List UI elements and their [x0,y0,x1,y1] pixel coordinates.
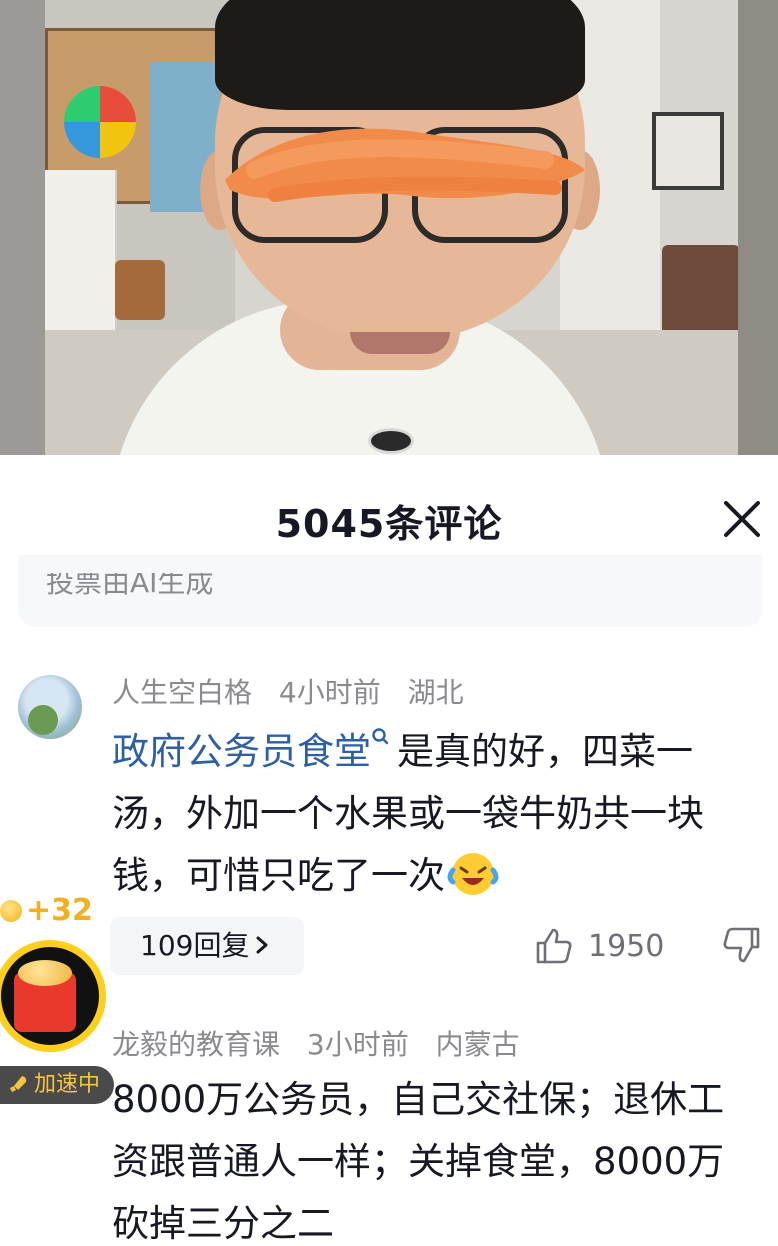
like-count: 1950 [588,928,665,964]
coin-icon [0,899,22,922]
ai-summary-card[interactable]: 投票由AI生成 [18,555,763,627]
comment-username[interactable]: 人生空白格 [112,676,252,709]
video-picture-frame [652,112,724,190]
comment-meta: 人生空白格 4小时前 湖北 [112,671,482,711]
comment-time: 4小时前 [278,676,381,709]
comment-item: 龙毅的教育课 3小时前 内蒙古 8000万公务员，自己交社保；退休工资跟普通人一… [0,1015,778,1246]
search-icon[interactable] [371,727,389,751]
gold-coins-icon [18,960,72,986]
video-microphone [368,428,414,454]
comment-item: 人生空白格 4小时前 湖北 政府公务员食堂 是真的好，四菜一汤，外加一个水果或一袋… [0,665,778,985]
laughing-crying-emoji-icon [447,853,499,895]
comment-time: 3小时前 [306,1028,409,1061]
search-keyword-link[interactable]: 政府公务员食堂 [112,730,371,773]
video-blur-right [738,0,778,455]
video-pinwheel [64,86,136,158]
close-icon[interactable] [718,495,766,543]
boost-status-tag[interactable]: 加速中 [0,1066,115,1104]
video-player[interactable] [0,0,778,455]
censor-scribble [225,128,585,202]
comment-username[interactable]: 龙毅的教育课 [112,1028,280,1061]
ai-notice-text: 投票由AI生成 [46,566,214,599]
thumbs-down-icon[interactable] [718,917,762,975]
screen: 5045条评论 投票由AI生成 人生空白格 4小时前 湖北 政府公务员食堂 是真的… [0,0,778,1246]
avatar[interactable] [18,675,82,739]
reply-count-label: 109回复 [140,929,250,962]
comment-sheet: 5045条评论 投票由AI生成 人生空白格 4小时前 湖北 政府公务员食堂 是真的… [0,455,778,1246]
video-basket [115,260,165,320]
thumbs-up-icon [536,928,572,964]
coin-bonus-value: +32 [26,893,93,928]
comment-text: 政府公务员食堂 是真的好，四菜一汤，外加一个水果或一袋牛奶共一块钱，可惜只吃了一次 [112,721,752,907]
red-packet-widget[interactable] [0,940,108,1064]
comment-body: 8000万公务员，自己交社保；退休工资跟普通人一样；关掉食堂，8000万砍掉三分… [112,1078,725,1245]
comment-count-title: 5045条评论 [275,502,503,546]
video-blur-left [0,0,45,455]
video-person-mouth [350,332,450,354]
comment-location: 湖北 [407,676,464,709]
boost-status-label: 加速中 [34,1072,101,1097]
chevron-right-icon [256,936,268,954]
video-sofa [662,245,740,335]
comment-location: 内蒙古 [435,1028,520,1061]
comment-meta: 龙毅的教育课 3小时前 内蒙古 [112,1023,538,1063]
rocket-icon [10,1076,27,1092]
like-button[interactable]: 1950 [534,917,664,975]
view-replies-button[interactable]: 109回复 [110,917,304,975]
coin-bonus-indicator: +32 [0,893,93,928]
video-person-hair [215,0,585,110]
